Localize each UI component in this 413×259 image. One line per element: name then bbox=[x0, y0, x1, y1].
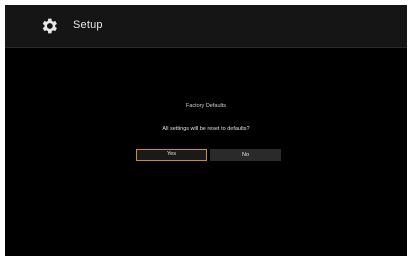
header-bar: Setup bbox=[5, 5, 407, 48]
dialog-message: All settings will be reset to defaults? bbox=[162, 126, 250, 132]
dialog-title: Factory Defaults bbox=[185, 103, 227, 109]
page-title: Setup bbox=[73, 19, 103, 31]
setup-screen: Setup Factory Defaults All settings will… bbox=[5, 5, 407, 256]
gear-icon bbox=[42, 18, 57, 34]
yes-button[interactable]: Yes bbox=[136, 149, 207, 161]
no-button[interactable]: No bbox=[210, 149, 281, 161]
